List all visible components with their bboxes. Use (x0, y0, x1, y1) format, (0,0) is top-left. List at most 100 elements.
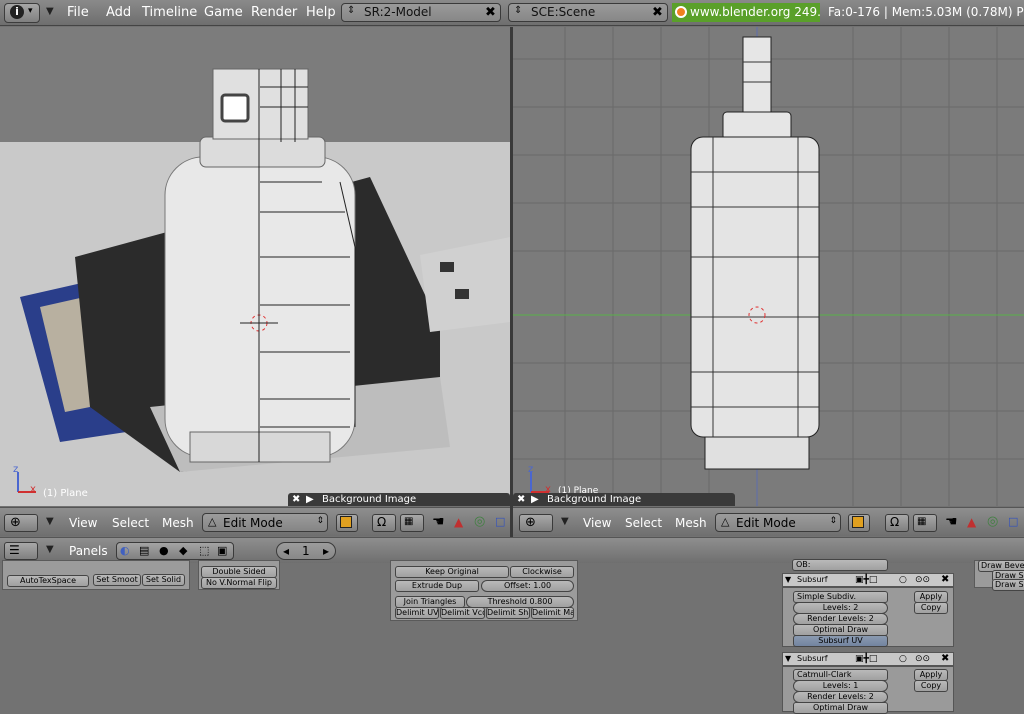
background-image-panel-header[interactable]: ✖ ▶ Background Image (513, 493, 735, 506)
object-name-field[interactable]: OB: (792, 559, 888, 571)
menu-add[interactable]: Add (106, 5, 131, 20)
move-updown-icon[interactable]: ⊙⊙ (915, 653, 930, 665)
close-icon[interactable]: ✖ (517, 493, 525, 506)
logic-icon[interactable]: ◐ (120, 544, 130, 557)
delimit-uv-button[interactable]: Delimit UV (395, 607, 439, 619)
close-icon[interactable]: ✖ (650, 5, 665, 20)
optimal-draw-button[interactable]: Optimal Draw (793, 702, 888, 714)
mode-label: Edit Mode (736, 516, 796, 530)
window-type-button[interactable]: ☰ (4, 542, 38, 560)
window-type-button[interactable]: i ▾ (4, 3, 40, 23)
close-icon[interactable]: ✖ (292, 493, 300, 506)
menu-file[interactable]: File (67, 5, 89, 20)
occlude-icon[interactable]: ◎ (474, 514, 485, 529)
script-icon[interactable]: ▤ (139, 544, 149, 557)
keep-original-button[interactable]: Keep Original (395, 566, 509, 578)
shading-icon[interactable]: ● (159, 544, 169, 557)
delimit-ma-button[interactable]: Delimit Ma (531, 607, 574, 619)
expand-triangle-icon[interactable]: ▼ (785, 574, 791, 586)
collapse-menu-icon[interactable]: ▼ (561, 516, 569, 527)
menu-mesh[interactable]: Mesh (162, 516, 194, 530)
face-select-icon[interactable]: ▲ (967, 515, 976, 529)
mode-selector[interactable]: △ Edit Mode ⇕ (715, 513, 841, 532)
frame-number-field[interactable]: ◂ 1 ▸ (276, 542, 336, 560)
cage-icon[interactable]: ○ (899, 574, 907, 586)
scene-selector[interactable]: ⇕ SCE:Scene ✖ (508, 3, 668, 22)
collapse-menu-icon[interactable]: ▼ (46, 516, 54, 527)
subsurf-uv-button[interactable]: Subsurf UV (793, 635, 888, 647)
modifier-toggle-icons[interactable]: ▣╋□ (855, 653, 877, 665)
modifier-header[interactable]: ▼ Subsurf ▣╋□ ○ ⊙⊙ ✖ (782, 652, 954, 666)
collapse-menu-icon[interactable]: ▼ (46, 6, 54, 17)
extrude-dup-button[interactable]: Extrude Dup (395, 580, 479, 592)
screen-name: SR:2-Model (364, 5, 432, 19)
cage-icon[interactable]: ○ (899, 653, 907, 665)
manipulator-button[interactable]: Ω (885, 514, 909, 532)
background-image-panel-header[interactable]: ✖ ▶ Background Image (288, 493, 510, 506)
layers-button[interactable]: ▦ (913, 514, 937, 532)
decrement-icon[interactable]: ◂ (283, 544, 289, 558)
draw-s-button-2[interactable]: Draw S (992, 579, 1024, 591)
expand-triangle-icon[interactable]: ▼ (785, 653, 791, 665)
menu-render[interactable]: Render (251, 5, 297, 20)
face-select-icon[interactable]: ▲ (454, 515, 463, 529)
delimit-sha-button[interactable]: Delimit Sha (486, 607, 530, 619)
menu-game[interactable]: Game (204, 5, 243, 20)
expand-triangle-icon[interactable]: ▶ (306, 493, 314, 506)
grid-icon: ▦ (404, 516, 414, 527)
delimit-vco-button[interactable]: Delimit Vco (440, 607, 485, 619)
menu-help[interactable]: Help (306, 5, 336, 20)
set-solid-button[interactable]: Set Solid (142, 574, 185, 586)
set-smooth-button[interactable]: Set Smoot (93, 574, 141, 586)
menu-view[interactable]: View (583, 516, 611, 530)
menu-view[interactable]: View (69, 516, 97, 530)
menu-mesh[interactable]: Mesh (675, 516, 707, 530)
expand-triangle-icon[interactable]: ▶ (531, 493, 539, 506)
no-vnormal-flip-button[interactable]: No V.Normal Flip (201, 577, 277, 589)
panel-title: Background Image (547, 494, 642, 505)
menu-panels[interactable]: Panels (69, 544, 108, 558)
scene-icon[interactable]: ▣ (217, 544, 227, 557)
clockwise-button[interactable]: Clockwise (510, 566, 574, 578)
copy-button[interactable]: Copy (914, 602, 948, 614)
magnet-icon: Ω (377, 515, 387, 529)
window-type-button[interactable]: ⊕ (4, 514, 38, 532)
object-icon[interactable]: ◆ (179, 544, 187, 557)
crosshair-icon: ⊕ (525, 515, 536, 530)
hand-select-icon[interactable]: ☚ (432, 514, 445, 530)
modifier-toggle-icons[interactable]: ▣╋□ (855, 574, 877, 586)
vertex-select-icon[interactable]: □ (1008, 515, 1018, 528)
right-3d-viewport[interactable]: z x (1) Plane ✖ ▶ Background Image (513, 27, 1024, 506)
occlude-icon[interactable]: ◎ (987, 514, 998, 529)
mode-selector[interactable]: △ Edit Mode ⇕ (202, 513, 328, 532)
pivot-button[interactable] (336, 514, 358, 532)
copy-button[interactable]: Copy (914, 680, 948, 692)
layers-button[interactable]: ▦ (400, 514, 424, 532)
manipulator-button[interactable]: Ω (372, 514, 396, 532)
menu-timeline[interactable]: Timeline (142, 5, 197, 20)
move-updown-icon[interactable]: ⊙⊙ (915, 574, 930, 586)
blender-logo-icon (675, 6, 687, 18)
close-icon[interactable]: ✖ (941, 574, 949, 586)
blender-url-banner[interactable]: www.blender.org 249.2 (672, 3, 820, 22)
collapse-menu-icon[interactable]: ▼ (46, 544, 54, 555)
close-icon[interactable]: ✖ (483, 5, 498, 20)
hand-select-icon[interactable]: ☚ (945, 514, 958, 530)
offset-field[interactable]: Offset: 1.00 (481, 580, 574, 592)
magnet-icon: Ω (890, 515, 900, 529)
screen-selector[interactable]: ⇕ SR:2-Model ✖ (341, 3, 501, 22)
window-type-button[interactable]: ⊕ (519, 514, 553, 532)
autotexspace-button[interactable]: AutoTexSpace (7, 575, 89, 587)
close-icon[interactable]: ✖ (941, 653, 949, 665)
increment-icon[interactable]: ▸ (323, 544, 329, 558)
left-3d-viewport[interactable]: z x (1) Plane ✖ ▶ Background Image (0, 27, 510, 506)
context-buttons[interactable]: ◐ ▤ ● ◆ ⬚ ▣ (116, 542, 234, 560)
modifier-header[interactable]: ▼ Subsurf ▣╋□ ○ ⊙⊙ ✖ (782, 573, 954, 587)
editing-icon[interactable]: ⬚ (199, 544, 209, 557)
menu-select[interactable]: Select (112, 516, 149, 530)
grid-icon: ▦ (917, 516, 927, 527)
pivot-button[interactable] (848, 514, 870, 532)
menu-select[interactable]: Select (625, 516, 662, 530)
vertex-select-icon[interactable]: □ (495, 515, 505, 528)
modifier-name: Subsurf (797, 575, 828, 584)
